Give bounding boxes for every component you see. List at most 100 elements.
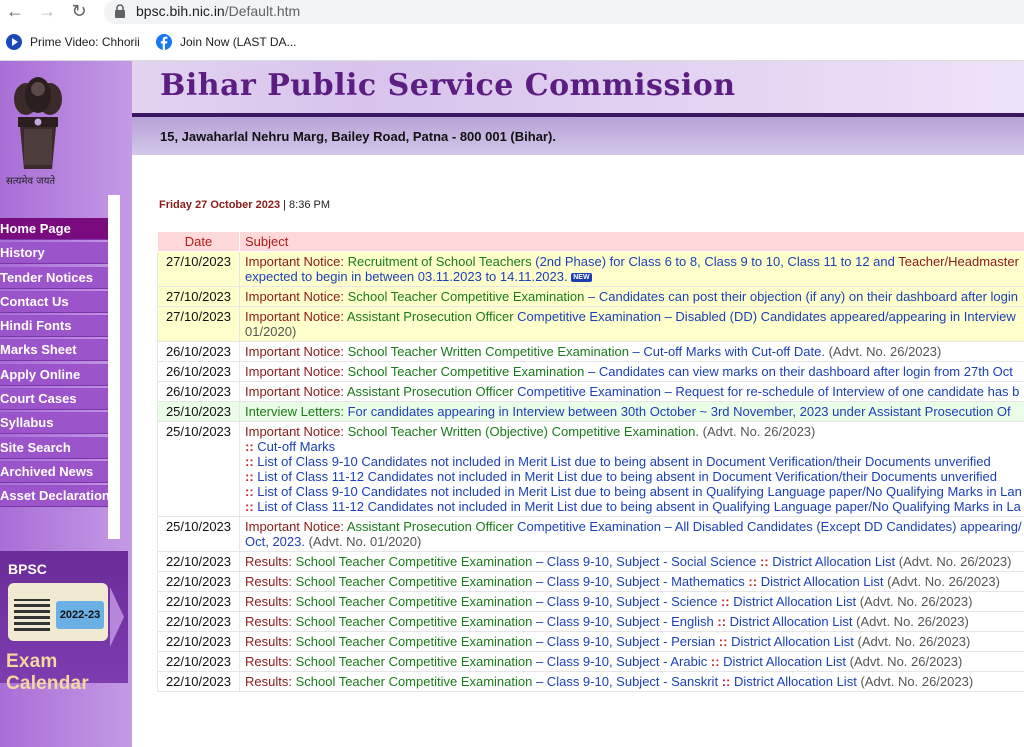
separator-icon: :: bbox=[717, 614, 727, 629]
bookmark-prime-video[interactable]: Prime Video: Chhorii bbox=[6, 34, 140, 50]
notice-link-subject[interactable]: Social Science bbox=[671, 554, 756, 569]
notice-link-subject[interactable]: Sanskrit bbox=[671, 674, 718, 689]
notice-link-subject[interactable]: Arabic bbox=[670, 654, 707, 669]
notice-link-subject[interactable]: Science bbox=[671, 594, 717, 609]
notice-sublink[interactable]: Cut-off Marks bbox=[257, 439, 335, 454]
exam-calendar-banner[interactable]: BPSC 2022-23 Exam Calendar bbox=[0, 551, 128, 694]
menu-item-contact-us[interactable]: Contact Us bbox=[0, 290, 108, 313]
notice-label: Important Notice: bbox=[245, 384, 347, 399]
column-header-subject: Subject bbox=[239, 231, 1024, 252]
table-row: 26/10/2023 Important Notice: School Teach… bbox=[157, 361, 1024, 382]
notice-link[interactable]: School Teacher Competitive Examination bbox=[296, 554, 536, 569]
menu-item-home-page[interactable]: Home Page bbox=[0, 218, 108, 240]
notice-link[interactable]: Competitive Examination – Disabled (DD) … bbox=[517, 309, 1016, 324]
district-allocation-link[interactable]: District Allocation List bbox=[734, 674, 857, 689]
notice-link[interactable]: School Teacher Competitive Examination bbox=[296, 634, 536, 649]
notice-link-subject[interactable]: Mathematics bbox=[671, 574, 745, 589]
district-allocation-link[interactable]: District Allocation List bbox=[733, 594, 856, 609]
forward-arrow-icon[interactable]: → bbox=[36, 0, 58, 22]
notice-link[interactable]: Assistant Prosecution Officer bbox=[347, 384, 517, 399]
district-allocation-link[interactable]: District Allocation List bbox=[723, 654, 846, 669]
reload-icon[interactable]: ↻ bbox=[68, 0, 90, 22]
notice-link[interactable]: – Class 9-10, Subject - bbox=[536, 634, 671, 649]
notice-link[interactable]: expected to begin in between 03.11.2023 … bbox=[245, 269, 568, 284]
notice-link[interactable]: School Teacher Competitive Examination bbox=[296, 614, 536, 629]
notice-label: Results: bbox=[245, 554, 296, 569]
notice-link[interactable]: Assistant Prosecution Officer bbox=[347, 309, 517, 324]
notice-date: 22/10/2023 bbox=[157, 631, 240, 652]
separator-icon: :: bbox=[245, 469, 254, 484]
bookmark-join-now[interactable]: Join Now (LAST DA... bbox=[156, 34, 296, 50]
back-arrow-icon[interactable]: ← bbox=[4, 0, 26, 22]
current-datetime: Friday 27 October 2023 | 8:36 PM bbox=[159, 199, 331, 211]
menu-item-tender-notices[interactable]: Tender Notices bbox=[0, 266, 108, 289]
notice-link[interactable]: – Class 9-10, Subject - bbox=[536, 574, 671, 589]
notice-link[interactable]: Competitive Examination – All Disabled C… bbox=[517, 519, 1021, 534]
notice-link[interactable]: Interview Letters: bbox=[245, 404, 348, 419]
notice-subject: Results: School Teacher Competitive Exam… bbox=[239, 651, 1024, 672]
address-bar[interactable]: bpsc.bih.nic.in/Default.htm bbox=[104, 0, 1024, 24]
notice-link[interactable]: Recruitment of School Teachers bbox=[348, 254, 536, 269]
notice-link[interactable]: – Candidates can view marks on their das… bbox=[588, 364, 1013, 379]
table-row: 22/10/2023 Results: School Teacher Compet… bbox=[157, 611, 1024, 632]
menu-item-hindi-fonts[interactable]: Hindi Fonts bbox=[0, 315, 108, 338]
notice-link[interactable]: – Class 9-10, Subject - bbox=[536, 594, 671, 609]
notice-subject: Results: School Teacher Competitive Exam… bbox=[239, 671, 1024, 692]
notice-link[interactable]: – Class 9-10, Subject - bbox=[536, 654, 670, 669]
menu-item-apply-online[interactable]: Apply Online bbox=[0, 363, 108, 386]
menu-item-syllabus[interactable]: Syllabus bbox=[0, 412, 108, 435]
menu-item-asset-declaration[interactable]: Asset Declaration bbox=[0, 485, 108, 508]
calendar-icon: 2022-23 bbox=[8, 583, 108, 641]
notice-link[interactable]: School Teacher Competitive Examination bbox=[296, 574, 536, 589]
district-allocation-link[interactable]: District Allocation List bbox=[772, 554, 895, 569]
play-icon bbox=[6, 34, 22, 50]
list-item: :: List of Class 11-12 Candidates not in… bbox=[245, 469, 1024, 484]
notice-link-subject[interactable]: Persian bbox=[671, 634, 715, 649]
district-allocation-link[interactable]: District Allocation List bbox=[761, 574, 884, 589]
notice-sublink[interactable]: List of Class 11-12 Candidates not inclu… bbox=[257, 469, 997, 484]
notice-link[interactable]: Oct, 2023. bbox=[245, 534, 305, 549]
separator-icon: :: bbox=[718, 634, 728, 649]
notice-link[interactable]: (2nd Phase) for Class 6 to 8, Class 9 to… bbox=[535, 254, 898, 269]
menu-item-court-cases[interactable]: Court Cases bbox=[0, 388, 108, 411]
notice-link[interactable]: School Teacher Competitive Examination bbox=[296, 594, 536, 609]
notice-sublink[interactable]: List of Class 9-10 Candidates not includ… bbox=[257, 484, 1022, 499]
separator-icon: :: bbox=[720, 594, 730, 609]
notice-subject: Results: School Teacher Competitive Exam… bbox=[239, 591, 1024, 612]
notice-link[interactable]: – Class 9-10, Subject - bbox=[536, 614, 671, 629]
district-allocation-link[interactable]: District Allocation List bbox=[731, 634, 854, 649]
advt-number: (Advt. No. 26/2023) bbox=[860, 674, 974, 689]
notice-sublink[interactable]: List of Class 9-10 Candidates not includ… bbox=[257, 454, 990, 469]
notice-link[interactable]: – Class 9-10, Subject - bbox=[536, 554, 671, 569]
notice-link[interactable]: – Candidates can post their objection (i… bbox=[588, 289, 1018, 304]
notices-body: 27/10/2023 Important Notice: Recruitment … bbox=[157, 251, 1024, 692]
table-row: 26/10/2023 Important Notice: Assistant Pr… bbox=[157, 381, 1024, 402]
notice-link[interactable]: School Teacher Competitive Examination bbox=[348, 289, 588, 304]
notice-link[interactable]: – Class 9-10, Subject - bbox=[536, 674, 671, 689]
menu-item-marks-sheet[interactable]: Marks Sheet bbox=[0, 339, 108, 362]
notice-label: Important Notice: bbox=[245, 424, 348, 439]
notice-label: Important Notice: bbox=[245, 309, 347, 324]
notice-link[interactable]: School Teacher Written Competitive Exami… bbox=[348, 344, 633, 359]
notice-link[interactable]: Assistant Prosecution Officer bbox=[347, 519, 517, 534]
notice-date: 22/10/2023 bbox=[157, 571, 240, 592]
notice-link[interactable]: School Teacher Written (Objective) Compe… bbox=[348, 424, 703, 439]
notice-link[interactable]: School Teacher Competitive Examination bbox=[348, 364, 588, 379]
left-sidebar: सत्यमेव जयते Home Page History Tender No… bbox=[0, 61, 132, 747]
notice-subject: Important Notice: School Teacher Written… bbox=[239, 341, 1024, 362]
notice-date: 26/10/2023 bbox=[157, 381, 240, 402]
notice-link[interactable]: For candidates appearing in Interview be… bbox=[348, 404, 1011, 419]
notice-date: 27/10/2023 bbox=[157, 286, 240, 307]
menu-item-history[interactable]: History bbox=[0, 242, 108, 265]
notice-link[interactable]: Competitive Examination – Request for re… bbox=[517, 384, 1019, 399]
calendar-caption: Exam Calendar bbox=[6, 651, 89, 694]
menu-item-archived-news[interactable]: Archived News bbox=[0, 460, 108, 483]
notice-link-subject[interactable]: English bbox=[671, 614, 714, 629]
menu-item-site-search[interactable]: Site Search bbox=[0, 436, 108, 459]
notice-link[interactable]: School Teacher Competitive Examination bbox=[296, 654, 536, 669]
district-allocation-link[interactable]: District Allocation List bbox=[730, 614, 853, 629]
notice-link[interactable]: School Teacher Competitive Examination bbox=[296, 674, 536, 689]
notice-sublink[interactable]: List of Class 11-12 Candidates not inclu… bbox=[257, 499, 1021, 514]
column-header-date: Date bbox=[157, 231, 240, 252]
notice-link[interactable]: – Cut-off Marks with Cut-off Date. bbox=[633, 344, 829, 359]
